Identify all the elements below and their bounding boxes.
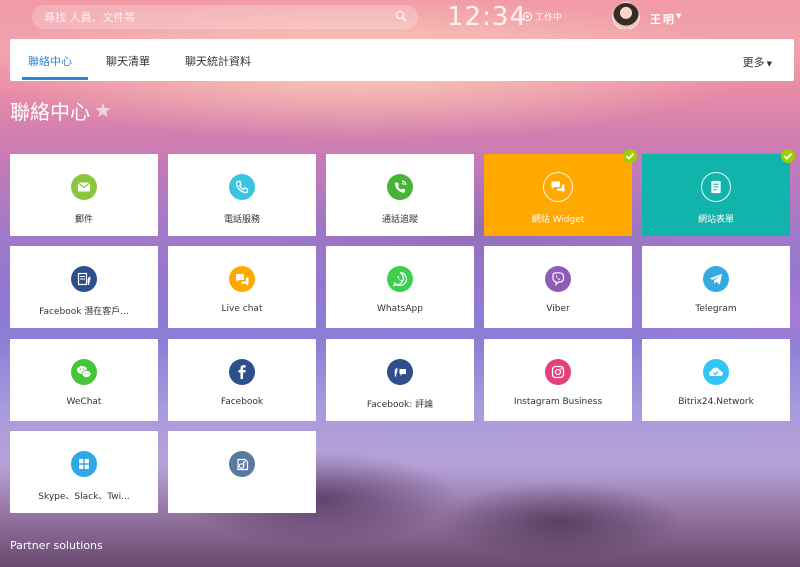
tile-mail[interactable]: 郵件: [10, 154, 158, 236]
tab-chat-statistics[interactable]: 聊天統計資料: [185, 53, 251, 69]
facebook-icon: [229, 359, 255, 385]
tile-label: Instagram Business: [513, 397, 603, 407]
clock[interactable]: 12:34: [447, 2, 527, 32]
form-icon: [701, 172, 731, 202]
chat-widget-icon: [543, 172, 573, 202]
more-menu[interactable]: 更多 ▼: [743, 54, 772, 70]
tile-label: Live chat: [221, 304, 263, 314]
chevron-down-icon: ▼: [766, 60, 772, 68]
tile-facebook-leads[interactable]: Facebook 潛在客戶...: [10, 246, 158, 328]
tile-website-widget[interactable]: 網站 Widget: [484, 149, 637, 236]
telegram-icon: [703, 266, 729, 292]
tile-label: 網站 Widget: [531, 215, 585, 225]
tile-label: Telegram: [695, 304, 737, 314]
facebook-comments-icon: [387, 359, 413, 385]
tile-label: Facebook: 評論: [366, 400, 434, 410]
work-status[interactable]: 工作中: [523, 10, 562, 23]
tile-label: Viber: [546, 304, 570, 314]
tile-skype-slack-twitter[interactable]: Skype、Slack、Twi...: [10, 431, 158, 513]
phone-icon: [229, 174, 255, 200]
tile-label: 通話追蹤: [381, 215, 418, 225]
tile-live-chat[interactable]: Live chat: [168, 246, 316, 328]
user-name[interactable]: 王明: [650, 11, 676, 27]
tile-website-forms[interactable]: 網站表單: [642, 149, 795, 236]
avatar[interactable]: [612, 2, 640, 30]
active-tab-indicator: [22, 77, 88, 80]
tile-call-tracking[interactable]: 通話追蹤: [326, 154, 474, 236]
tile-telephony[interactable]: 電話服務: [168, 154, 316, 236]
tile-label: Bitrix24.Network: [678, 397, 754, 407]
page-title: 聯絡中心: [10, 100, 90, 124]
tile-label: 電話服務: [223, 215, 260, 225]
bitrix-network-icon: [703, 359, 729, 385]
status-icon: [523, 12, 532, 21]
tile-viber[interactable]: Viber: [484, 246, 632, 328]
tile-label: WhatsApp: [377, 304, 423, 314]
viber-icon: [545, 266, 571, 292]
tab-bar: 聯絡中心 聊天清單 聊天統計資料 更多 ▼: [10, 39, 794, 81]
tile-facebook-comments[interactable]: Facebook: 評論: [326, 339, 474, 421]
instagram-icon: [545, 359, 571, 385]
live-chat-icon: [229, 266, 255, 292]
tab-contact-center[interactable]: 聯絡中心: [28, 53, 72, 69]
top-bar: 12:34 工作中 王明 ▼: [0, 0, 800, 38]
wechat-icon: [71, 359, 97, 385]
whatsapp-icon: [387, 266, 413, 292]
connected-check-icon: [623, 149, 637, 163]
mail-icon: [71, 174, 97, 200]
more-label: 更多: [742, 56, 765, 69]
tile-bitrix24-network[interactable]: Bitrix24.Network: [642, 339, 790, 421]
connected-check-icon: [781, 149, 795, 163]
tile-telegram[interactable]: Telegram: [642, 246, 790, 328]
tab-chat-list[interactable]: 聊天清單: [106, 53, 150, 69]
search-box[interactable]: [32, 5, 418, 29]
tile-instagram-business[interactable]: Instagram Business: [484, 339, 632, 421]
tile-label: 郵件: [74, 215, 93, 225]
search-icon[interactable]: [395, 10, 407, 22]
tile-facebook[interactable]: Facebook: [168, 339, 316, 421]
tile-label: Skype、Slack、Twi...: [38, 492, 130, 502]
tile-label: Facebook 潛在客戶...: [39, 307, 129, 317]
tile-whatsapp[interactable]: WhatsApp: [326, 246, 474, 328]
star-icon[interactable]: [95, 102, 111, 118]
facebook-leads-icon: [71, 266, 97, 292]
search-input[interactable]: [44, 9, 384, 25]
call-tracking-icon: [387, 174, 413, 200]
tile-wechat[interactable]: WeChat: [10, 339, 158, 421]
tile-label: 網站表單: [697, 215, 734, 225]
chevron-down-icon[interactable]: ▼: [676, 12, 681, 20]
work-status-label: 工作中: [535, 13, 563, 23]
tile-label: WeChat: [66, 397, 102, 407]
apps-icon: [229, 451, 255, 477]
tile-apps[interactable]: [168, 431, 316, 513]
partner-solutions-heading: Partner solutions: [10, 539, 103, 552]
tile-label: Facebook: [220, 397, 264, 407]
skype-slack-icon: [71, 451, 97, 477]
